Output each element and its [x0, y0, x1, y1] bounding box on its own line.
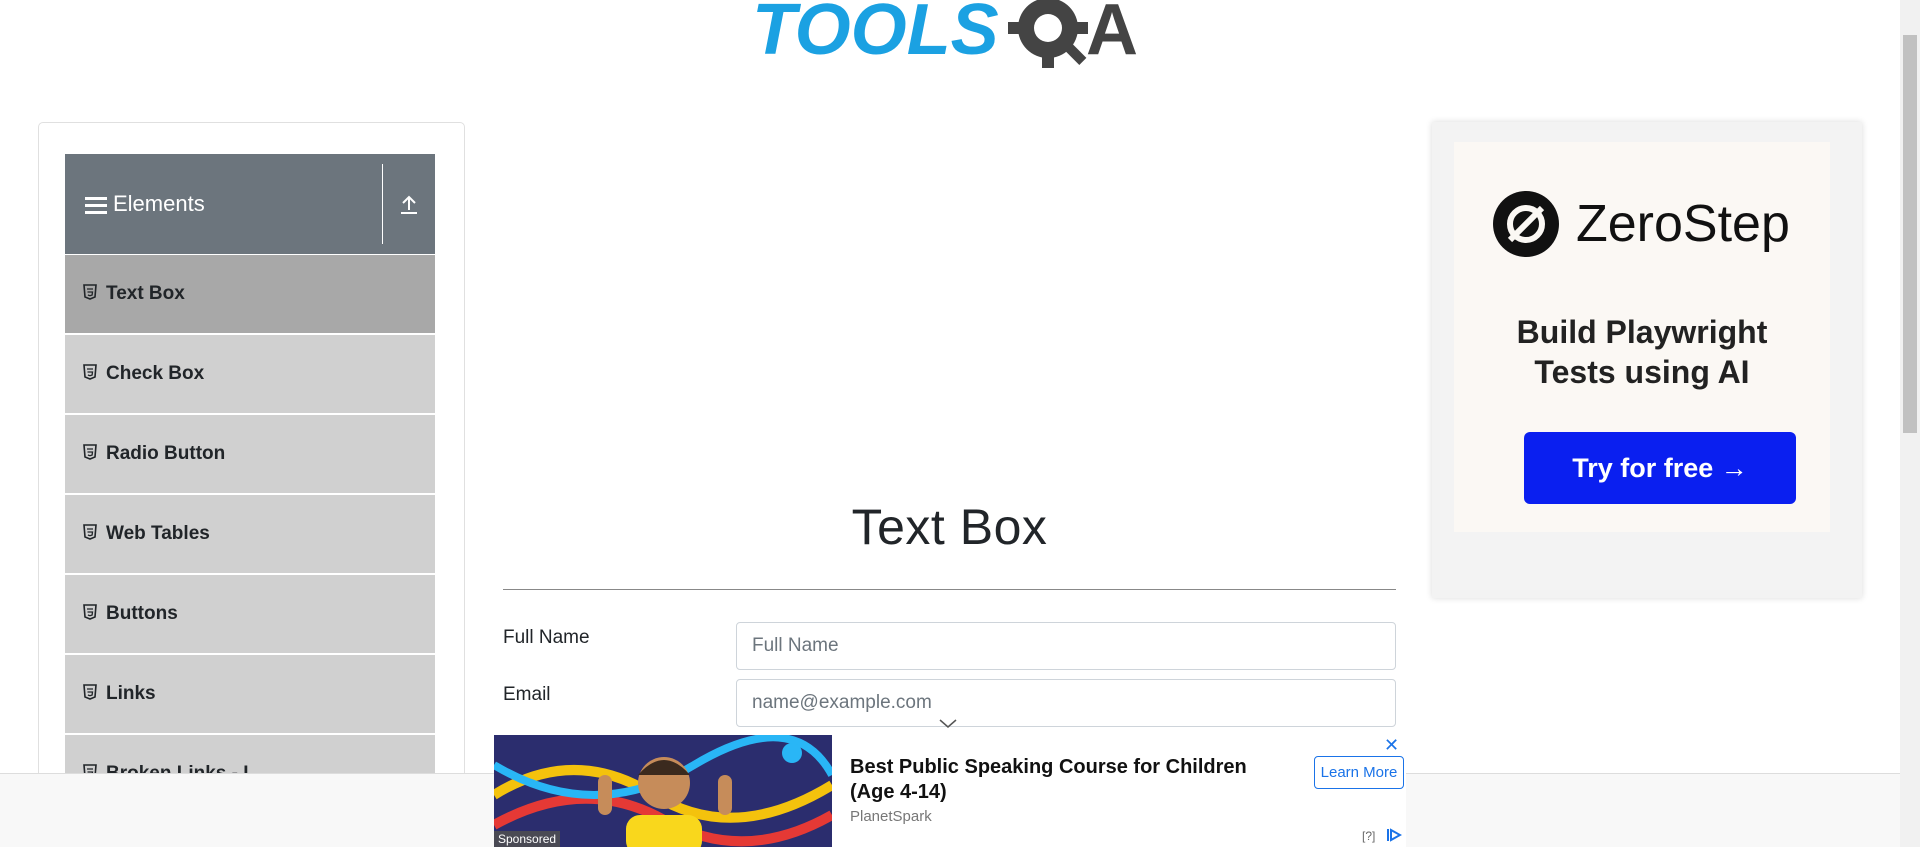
logo-text-a: A	[1086, 0, 1138, 70]
banner-headline[interactable]: Best Public Speaking Course for Children…	[850, 755, 1270, 805]
sidebar-item-check-box[interactable]: Check Box	[65, 334, 435, 414]
sidebar-item-radio-button[interactable]: Radio Button	[65, 414, 435, 494]
zerostep-brand: ZeroStep	[1492, 190, 1790, 258]
sidebar-menu: Text Box Check Box Radio Button Web Tabl…	[65, 254, 435, 814]
toolsqa-logo-graphic: TOOLS A	[752, 0, 1138, 70]
close-icon[interactable]: ✕	[1384, 735, 1399, 756]
banner-image: Sponsored	[494, 735, 832, 847]
email-label: Email	[503, 684, 551, 705]
try-for-free-button[interactable]: Try for free →	[1524, 432, 1796, 504]
top-ad-slot	[503, 122, 1393, 422]
banner-advertiser: PlanetSpark	[850, 808, 932, 825]
chevron-down-icon[interactable]	[938, 718, 958, 730]
html5-icon	[83, 364, 97, 380]
html5-icon	[83, 684, 97, 700]
sidebar-item-label: Text Box	[106, 283, 185, 304]
tagline-line-2: Tests using AI	[1534, 354, 1750, 390]
tagline-line-1: Build Playwright	[1516, 314, 1768, 350]
hamburger-icon	[85, 197, 107, 215]
learn-more-button[interactable]: Learn More	[1314, 756, 1404, 789]
toolsqa-logo[interactable]: TOOLS A	[748, 0, 1158, 80]
sidebar-item-label: Links	[106, 683, 156, 704]
sidebar-item-label: Web Tables	[106, 523, 210, 544]
sidebar-item-label: Radio Button	[106, 443, 226, 464]
full-name-input[interactable]	[736, 622, 1396, 670]
html5-icon	[83, 284, 97, 300]
zerostep-tagline: Build Playwright Tests using AI	[1454, 312, 1830, 392]
email-input[interactable]	[736, 679, 1396, 727]
group-title-label: Elements	[113, 191, 205, 216]
title-divider	[503, 589, 1396, 590]
ad-info-link[interactable]: [?]	[1362, 829, 1375, 843]
scrollbar-thumb[interactable]	[1903, 35, 1917, 433]
zerostep-ad[interactable]: ZeroStep Build Playwright Tests using AI…	[1432, 122, 1862, 598]
zerostep-name: ZeroStep	[1576, 195, 1790, 253]
zerostep-logo-icon	[1493, 191, 1559, 257]
logo-text-tools: TOOLS	[752, 0, 999, 70]
html5-icon	[83, 524, 97, 540]
sidebar-item-buttons[interactable]: Buttons	[65, 574, 435, 654]
sidebar-item-text-box[interactable]: Text Box	[65, 254, 435, 334]
page-title: Text Box	[851, 499, 1048, 555]
zerostep-ad-card: ZeroStep Build Playwright Tests using AI…	[1454, 142, 1830, 532]
sponsored-banner[interactable]: Sponsored Best Public Speaking Course fo…	[494, 735, 1406, 847]
group-title: Elements	[65, 191, 382, 217]
sidebar-item-label: Check Box	[106, 363, 205, 384]
sidebar-item-label: Buttons	[106, 603, 178, 624]
gear-icon	[1008, 0, 1088, 68]
sidebar-group-elements[interactable]: Elements	[65, 154, 435, 254]
sponsored-label: Sponsored	[494, 831, 561, 847]
collapse-icon[interactable]	[383, 193, 435, 215]
full-name-label: Full Name	[503, 627, 590, 648]
html5-icon	[83, 444, 97, 460]
sidebar-item-web-tables[interactable]: Web Tables	[65, 494, 435, 574]
html5-icon	[83, 604, 97, 620]
sidebar-item-links[interactable]: Links	[65, 654, 435, 734]
adchoices-icon[interactable]	[1386, 827, 1402, 843]
